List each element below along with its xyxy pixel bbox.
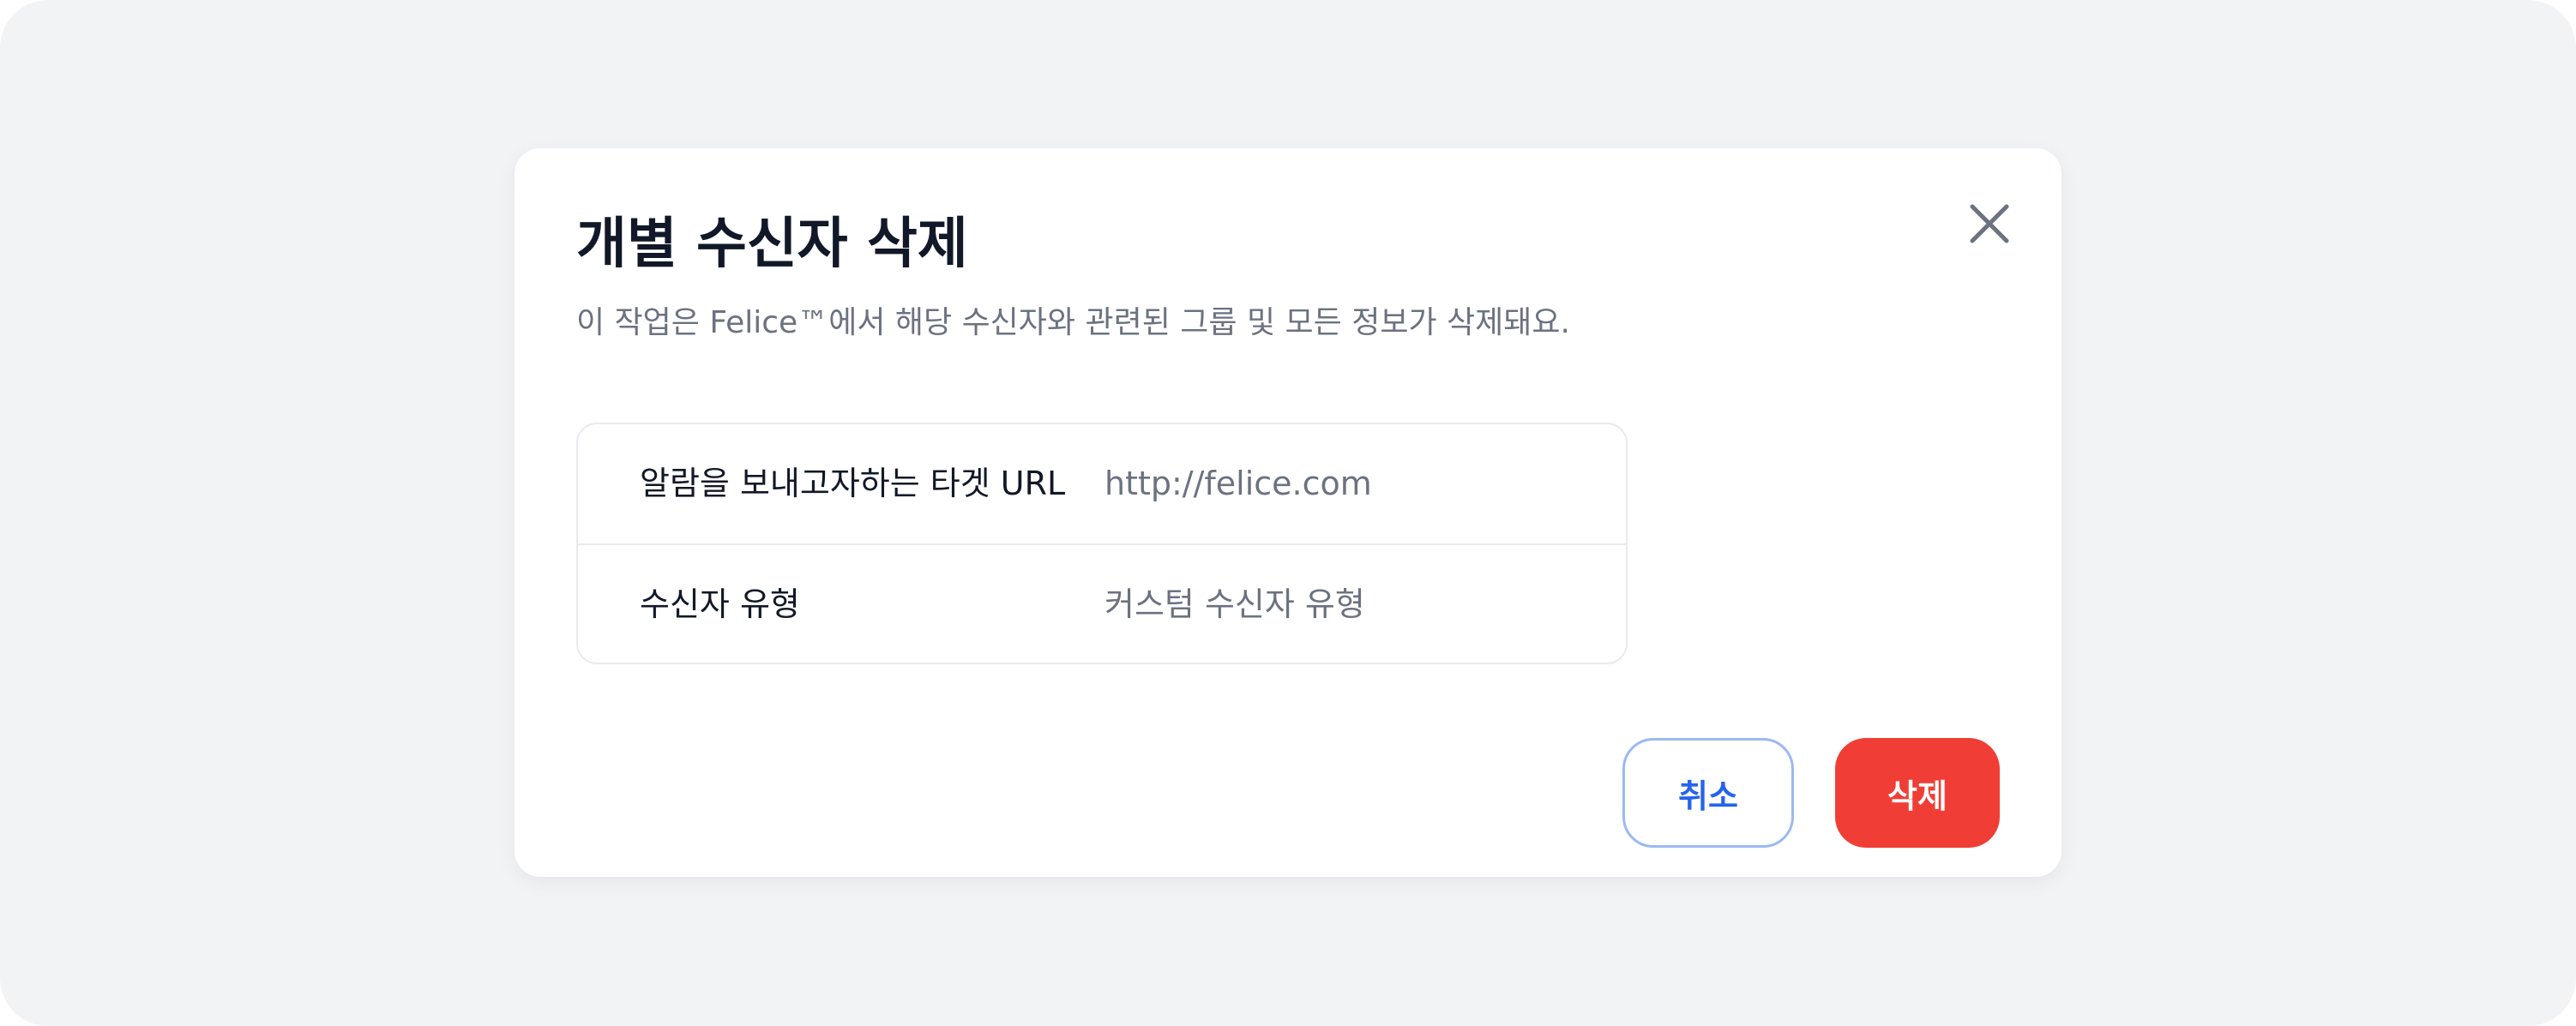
recipient-type-value: 커스텀 수신자 유형: [1104, 585, 1365, 623]
recipient-type-label: 수신자 유형: [640, 585, 800, 623]
delete-button[interactable]: 삭제: [1835, 738, 2000, 848]
dialog-title: 개별 수신자 삭제: [576, 213, 968, 276]
target-url-value: http://felice.com: [1104, 465, 1372, 502]
recipient-info-table: 알람을 보내고자하는 타겟 URL http://felice.com 수신자 …: [576, 423, 1628, 664]
info-row-recipient-type: 수신자 유형 커스텀 수신자 유형: [578, 543, 1626, 663]
delete-recipient-dialog: 개별 수신자 삭제 이 작업은 Felice™에서 해당 수신자와 관련된 그룹…: [515, 148, 2061, 877]
info-row-target-url: 알람을 보내고자하는 타겟 URL http://felice.com: [578, 424, 1626, 543]
close-icon: [1970, 204, 2009, 243]
modal-backdrop: 개별 수신자 삭제 이 작업은 Felice™에서 해당 수신자와 관련된 그룹…: [0, 0, 2576, 1026]
target-url-label: 알람을 보내고자하는 타겟 URL: [640, 465, 1066, 502]
dialog-description: 이 작업은 Felice™에서 해당 수신자와 관련된 그룹 및 모든 정보가 …: [576, 305, 1570, 340]
cancel-button[interactable]: 취소: [1622, 738, 1794, 848]
close-button[interactable]: [1959, 193, 2020, 255]
